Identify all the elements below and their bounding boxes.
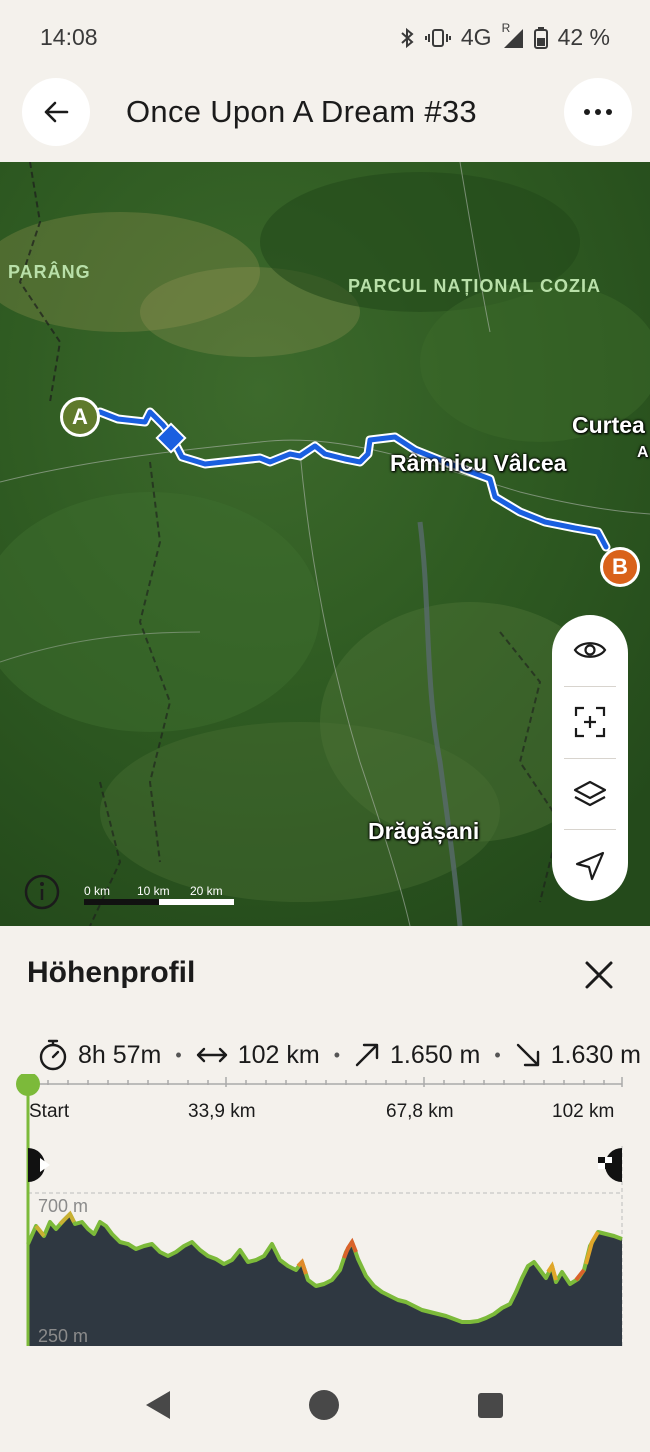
- panel-title: Höhenprofil: [27, 956, 196, 989]
- stat-distance: 102 km: [196, 1041, 320, 1070]
- nav-recents-icon[interactable]: [478, 1393, 503, 1418]
- navigate-icon: [575, 851, 605, 880]
- signal-icon: R: [502, 21, 524, 49]
- axis-ticks: [27, 1077, 623, 1087]
- start-pin-icon: [28, 1148, 50, 1182]
- roaming-indicator: R: [501, 20, 511, 35]
- stopwatch-icon: [39, 1039, 67, 1071]
- focus-icon: [574, 707, 606, 738]
- back-button[interactable]: [22, 78, 90, 146]
- focus-route-button[interactable]: [552, 687, 628, 758]
- status-icons: 4G R 42 %: [399, 21, 610, 51]
- more-horizontal-icon: [584, 109, 612, 115]
- locate-button[interactable]: [552, 830, 628, 901]
- stat-ascent: 1.650 m: [354, 1041, 480, 1070]
- map-controls: [552, 615, 628, 901]
- region-label-cozia: PARCUL NAȚIONAL COZIA: [348, 276, 601, 296]
- distance-icon: [196, 1047, 227, 1063]
- start-marker[interactable]: A: [60, 397, 100, 437]
- more-button[interactable]: [564, 78, 632, 146]
- info-icon[interactable]: [24, 874, 60, 915]
- layers-icon: [573, 780, 607, 806]
- battery-icon: [533, 26, 548, 49]
- end-marker[interactable]: B: [600, 547, 640, 587]
- duration-value: 8h 57m: [78, 1040, 162, 1069]
- close-button[interactable]: [582, 958, 616, 997]
- city-label-curtea: Curtea: [572, 412, 645, 438]
- map-view[interactable]: PARÂNG PARCUL NAȚIONAL COZIA Râmnicu Vâl…: [0, 162, 650, 926]
- page-title: Once Upon A Dream #33: [126, 94, 477, 129]
- separator-dot: •: [333, 1044, 340, 1065]
- nav-home-icon[interactable]: [309, 1390, 339, 1420]
- region-label-parang: PARÂNG: [8, 262, 91, 282]
- separator-dot: •: [494, 1044, 501, 1065]
- stat-duration: 8h 57m: [38, 1039, 161, 1071]
- city-label-dragasani: Drăgășani: [368, 818, 480, 844]
- tour-stats: 8h 57m • 102 km • 1.650 m • 1.630 m: [38, 1039, 641, 1071]
- elevation-panel: Höhenprofil 8h 57m • 102 km • 1.650 m • …: [0, 926, 650, 1366]
- elevation-profile-chart[interactable]: [0, 1074, 650, 1366]
- close-icon: [585, 961, 613, 989]
- elevation-area: [28, 1214, 622, 1346]
- bluetooth-icon: [399, 27, 415, 49]
- elevation-min-label: 250 m: [38, 1326, 89, 1346]
- system-nav-bar: [0, 1366, 650, 1447]
- stat-descent: 1.630 m: [515, 1041, 641, 1070]
- arrow-left-icon: [44, 101, 69, 123]
- scale-label-20: 20 km: [190, 884, 223, 898]
- vibrate-icon: [424, 27, 451, 49]
- elevation-max-label: 700 m: [38, 1196, 89, 1216]
- scale-label-10: 10 km: [137, 884, 170, 898]
- scrubber-handle[interactable]: [16, 1074, 40, 1096]
- scale-label-0: 0 km: [84, 884, 111, 898]
- visibility-button[interactable]: [552, 615, 628, 686]
- distance-value: 102 km: [237, 1040, 320, 1069]
- arrow-down-right-icon: [516, 1043, 539, 1067]
- separator-dot: •: [175, 1044, 182, 1065]
- arrow-up-right-icon: [355, 1043, 379, 1067]
- eye-icon: [573, 642, 607, 659]
- nav-back-icon[interactable]: [146, 1391, 170, 1419]
- app-header: Once Upon A Dream #33: [0, 78, 650, 162]
- ascent-value: 1.650 m: [390, 1040, 481, 1069]
- scale-bar: [84, 899, 234, 905]
- city-label-curtea-sub: A: [637, 444, 649, 461]
- status-bar: 14:08 4G R 42 %: [0, 0, 650, 78]
- battery-percent: 42 %: [557, 24, 610, 50]
- descent-value: 1.630 m: [550, 1040, 641, 1069]
- layers-button[interactable]: [552, 759, 628, 830]
- city-label-ramnicu: Râmnicu Vâlcea: [390, 450, 567, 476]
- network-type: 4G: [460, 24, 492, 50]
- finish-flag-icon: [598, 1148, 622, 1182]
- status-time: 14:08: [40, 24, 98, 50]
